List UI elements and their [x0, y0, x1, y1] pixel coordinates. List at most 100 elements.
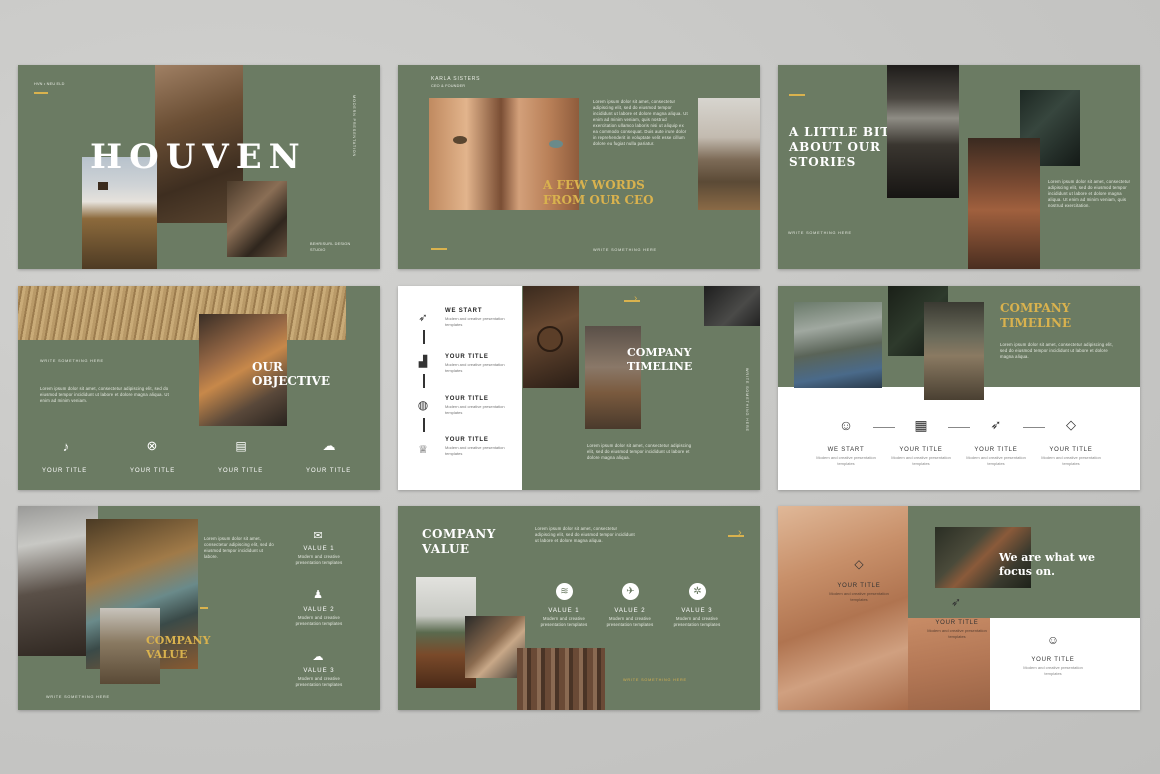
- photo-clay-pots: [968, 138, 1040, 269]
- gear-icon: ✲: [689, 583, 706, 600]
- slide-objective[interactable]: OUR OBJECTIVE WRITE SOMETHING HERE Lorem…: [18, 286, 380, 490]
- timeline-item-4: YOUR TITLE Modern and creative presentat…: [1041, 447, 1101, 466]
- timeline-heading: COMPANY TIMELINE: [627, 346, 692, 374]
- timeline-step-1: WE START Modern and creative presentatio…: [445, 308, 521, 327]
- value-item-2: VALUE 2 Modern and creative presentation…: [288, 607, 350, 627]
- timeline-heading-line2: TIMELINE: [1000, 316, 1072, 330]
- footer-caption: WRITE SOMETHING HERE: [788, 231, 852, 235]
- value-item-1: VALUE 1 Modern and creative presentation…: [534, 608, 594, 628]
- timeline-heading-line1: COMPANY: [1000, 301, 1071, 315]
- timeline-connector: [423, 374, 425, 388]
- gold-accent-line: [200, 607, 208, 609]
- slide-timeline-horizontal[interactable]: COMPANY TIMELINE Lorem ipsum dolor sit a…: [778, 286, 1140, 490]
- value-title: VALUE 1: [548, 608, 580, 614]
- layers-icon: ≋: [556, 583, 573, 600]
- slide-value-icons[interactable]: COMPANY VALUE Lorem ipsum dolor sit amet…: [398, 506, 760, 710]
- focus-heading-line1: We are what we: [999, 551, 1096, 564]
- timeline-step-2: YOUR TITLE Modern and creative presentat…: [445, 354, 521, 373]
- value-sub: Modern and creative presentation templat…: [295, 676, 343, 687]
- vertical-caption: MODERN PRESENTATION: [352, 95, 356, 158]
- objective-item-2: YOUR TITLE: [130, 468, 176, 474]
- ceo-heading: A FEW WORDS FROM OUR CEO: [543, 178, 654, 208]
- item-title: YOUR TITLE: [935, 620, 979, 626]
- value-item-3: VALUE 3 Modern and creative presentation…: [288, 668, 350, 688]
- globe-icon: ◍: [417, 398, 429, 412]
- item-title: WE START: [827, 447, 865, 453]
- step-sub: Modern and creative presentation templat…: [445, 316, 505, 327]
- focus-item-1: YOUR TITLE Modern and creative presentat…: [828, 583, 890, 602]
- item-sub: Modern and creative presentation templat…: [1023, 665, 1083, 676]
- item-sub: Modern and creative presentation templat…: [891, 455, 951, 466]
- brand-small: HVN • NEU ELD: [34, 82, 65, 86]
- slide-focus[interactable]: We are what we focus on. ◇ YOUR TITLE Mo…: [778, 506, 1140, 710]
- timeline-body: Lorem ipsum dolor sit amet, consectetur …: [587, 443, 692, 460]
- photo-wheat-field: [18, 286, 346, 340]
- value-title: VALUE 1: [303, 546, 335, 552]
- item-sub: Modern and creative presentation templat…: [816, 455, 876, 466]
- timeline-heading-line1: COMPANY: [627, 346, 692, 359]
- item-title: YOUR TITLE: [899, 447, 943, 453]
- photo-mountain: [698, 98, 760, 210]
- item-sub: Modern and creative presentation templat…: [1041, 455, 1101, 466]
- focus-heading-line2: focus on.: [999, 565, 1055, 578]
- value-sub: Modern and creative presentation templat…: [295, 554, 343, 565]
- diamond-icon: ◇: [1066, 417, 1076, 432]
- value-item-3: VALUE 3 Modern and creative presentation…: [667, 608, 727, 628]
- arrow-line: [624, 300, 640, 302]
- focus-heading: We are what we focus on.: [999, 551, 1095, 579]
- timeline-body: Lorem ipsum dolor sit amet, consectetur …: [1000, 342, 1114, 359]
- objective-item-4: YOUR TITLE: [306, 468, 352, 474]
- focus-item-3: YOUR TITLE Modern and creative presentat…: [1022, 657, 1084, 676]
- rocket-icon: ➶: [990, 417, 1002, 432]
- step-title: YOUR TITLE: [445, 354, 489, 360]
- ceo-heading-line2: FROM OUR CEO: [543, 193, 654, 207]
- slide-value-collage[interactable]: COMPANY VALUE Lorem ipsum dolor sit amet…: [18, 506, 380, 710]
- white-panel: [778, 387, 1140, 490]
- trophy-icon: ♕: [418, 443, 428, 456]
- vertical-caption: WRITE SOMETHING HERE: [745, 368, 749, 432]
- map-icon: ▦: [914, 416, 928, 433]
- step-sub: Modern and creative presentation templat…: [445, 445, 505, 456]
- item-title: YOUR TITLE: [974, 447, 1018, 453]
- stories-heading-line3: STORIES: [789, 155, 857, 169]
- slide-cover[interactable]: HVN • NEU ELD HOUVEN MODERN PRESENTATION…: [18, 65, 380, 269]
- photo-roof-tiles: [517, 648, 605, 710]
- rocket-icon: ➶: [950, 595, 962, 609]
- objective-item-1: YOUR TITLE: [42, 468, 88, 474]
- gold-accent-line: [789, 94, 805, 96]
- value-heading-line1: COMPANY: [422, 527, 496, 541]
- stories-heading-line2: ABOUT OUR: [789, 140, 881, 154]
- value-heading: COMPANY VALUE: [422, 527, 496, 557]
- step-sub: Modern and creative presentation templat…: [445, 404, 505, 415]
- value-sub: Modern and creative presentation templat…: [606, 616, 654, 627]
- value-title: VALUE 3: [681, 608, 713, 614]
- arrow-right-icon: ›: [634, 293, 638, 304]
- objective-heading-line1: OUR: [252, 360, 283, 374]
- document-icon: ▤: [235, 439, 247, 453]
- objective-heading: OUR OBJECTIVE: [252, 360, 330, 388]
- photo-boots: [585, 326, 641, 429]
- value-sub: Modern and creative presentation templat…: [295, 615, 343, 626]
- footer-caption: WRITE SOMETHING HERE: [40, 359, 104, 363]
- envelope-icon: ✉: [313, 529, 323, 542]
- timeline-heading-line2: TIMELINE: [627, 360, 693, 373]
- photo-dog: [465, 616, 525, 678]
- timeline-step-4: YOUR TITLE Modern and creative presentat…: [445, 437, 521, 456]
- objective-body: Lorem ipsum dolor sit amet, consectetur …: [40, 386, 170, 403]
- photo-hiker: [924, 302, 984, 400]
- bar-chart-icon: ▟: [418, 355, 428, 368]
- slide-timeline-vertical[interactable]: ➶ ▟ ◍ ♕ WE START Modern and creative pre…: [398, 286, 760, 490]
- footer-caption: WRITE SOMETHING HERE: [593, 248, 657, 252]
- value-sub: Modern and creative presentation templat…: [540, 616, 588, 627]
- gold-accent-line: [34, 92, 48, 94]
- step-title: YOUR TITLE: [445, 437, 489, 443]
- stories-heading: A LITTLE BIT ABOUT OUR STORIES: [789, 125, 890, 170]
- objective-item-3: YOUR TITLE: [218, 468, 264, 474]
- footer-caption: WRITE SOMETHING HERE: [46, 695, 110, 699]
- slide-ceo[interactable]: KARLA SISTERS CEO & FOUNDER A FEW WORDS …: [398, 65, 760, 269]
- value-title: VALUE 3: [303, 668, 335, 674]
- cloud-upload-icon: ☁: [322, 438, 336, 453]
- timeline-connector: [1023, 427, 1045, 428]
- slide-stories[interactable]: A LITTLE BIT ABOUT OUR STORIES WRITE SOM…: [778, 65, 1140, 269]
- photo-dark-landscape: [704, 286, 760, 326]
